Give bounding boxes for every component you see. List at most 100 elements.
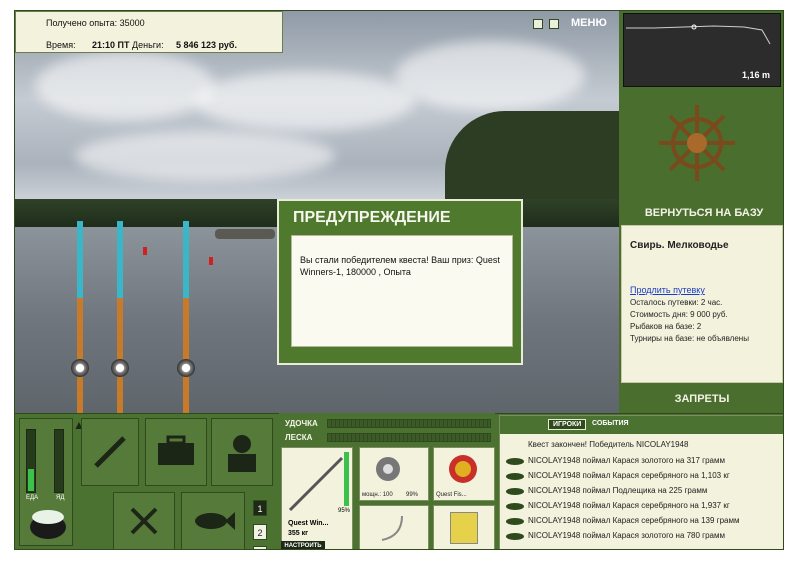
fishers-count: Рыбаков на базе: 2 [630,322,702,331]
buoy [143,247,147,255]
line-tension-bar [327,433,491,442]
lure-name: Quest Fis... [436,492,467,498]
fishing-rod-1[interactable] [77,221,83,413]
ship-wheel-icon[interactable] [655,101,739,185]
food-gauge-fill [28,469,34,491]
time-label: Время: [46,40,76,50]
fishing-rod-3[interactable] [183,221,189,413]
tab-events[interactable]: СОБЫТИЯ [588,419,633,428]
bait-slot[interactable] [433,505,495,549]
fish-icon [506,503,524,510]
rod-slot[interactable]: 95% Quest Win... 355 кг [281,447,353,549]
hook-icon [381,515,403,541]
fork-knife-icon [130,507,158,535]
page-button-1[interactable]: 1 [253,500,267,516]
cauldron-icon[interactable] [26,505,70,543]
location-panel: Свирь. Мелководье Продлить путевку Остал… [621,225,783,383]
lure-icon [449,455,477,483]
event-quest-finished: Квест закончен! Победитель NICOLAY1948 [528,440,689,449]
rod-bag-button[interactable] [81,418,139,486]
fish-icon [506,458,524,465]
cloud [75,131,335,181]
food-button[interactable] [113,492,175,549]
pause-button[interactable] [533,19,543,29]
fisherman-button[interactable] [211,418,273,486]
hook-slot[interactable] [359,505,429,549]
status-tile: ЕДА ЯД [19,418,73,546]
fish-icon [506,518,524,525]
depth-meter: 1,16 m [623,13,781,87]
cloud [35,51,215,121]
rod-name: Quest Win... [288,520,329,527]
event-row: NICOLAY1948 поймал Подлещика на 225 грам… [500,484,783,499]
dialog-title: ПРЕДУПРЕЖДЕНИЕ [293,209,451,226]
fish-icon [195,512,235,530]
tab-players[interactable]: ИГРОКИ [548,419,587,430]
dialog-message: Вы стали победителем квеста! Ваш приз: Q… [291,235,513,347]
restrictions-button[interactable]: ЗАПРЕТЫ [621,393,783,405]
rod-condition-bar [344,452,349,506]
event-text: NICOLAY1948 поймал Карася серебряного на… [528,471,730,480]
player-info-panel: Получено опыта: 35000 Время: 21:10 ПТ Де… [15,11,283,53]
setup-button[interactable]: НАСТРОИТЬ [281,541,325,549]
rod-percent: 95% [338,508,351,514]
reel-icon [177,359,195,377]
fish-icon [506,488,524,495]
cloud [395,41,585,111]
fish-icon [506,473,524,480]
island [215,229,275,239]
poison-label: ЯД [56,495,65,501]
back-to-base-button[interactable]: ВЕРНУТЬСЯ НА БАЗУ [623,207,783,219]
rod-tension-bar [327,419,491,428]
event-text: NICOLAY1948 поймал Карася серебряного на… [528,501,730,510]
fishing-rod-2[interactable] [117,221,123,413]
event-row: NICOLAY1948 поймал Карася серебряного на… [500,514,783,529]
event-text: NICOLAY1948 поймал Карася золотого на 31… [528,456,725,465]
reel-percent: 99% [406,492,419,498]
money-value: 5 846 123 руб. [176,40,237,50]
event-row: NICOLAY1948 поймал Карася золотого на 31… [500,454,783,469]
page-button-2[interactable]: 2 [253,524,267,540]
rod-icon [94,436,126,468]
event-text: NICOLAY1948 поймал Карася золотого на 78… [528,531,725,540]
experience-text: Получено опыта: 35000 [46,18,145,28]
money-label: Деньги: [132,40,164,50]
rod-weight: 355 кг [288,530,309,537]
cloud [195,71,415,131]
extend-permit-link[interactable]: Продлить путевку [630,285,774,295]
settings-button[interactable] [549,19,559,29]
reel-power: мощн.: 100 [362,492,393,498]
tackle-box-button[interactable] [145,418,207,486]
page-button-3[interactable]: 3 [253,546,267,549]
depth-value: 1,16 m [741,70,770,80]
event-text: NICOLAY1948 поймал Карася серебряного на… [528,516,740,525]
rod-icon [288,456,344,512]
reel-slot[interactable]: мощн.: 100 99% [359,447,429,501]
reel-icon [111,359,129,377]
fish-icon [506,533,524,540]
buoy [209,257,213,265]
game-window: Получено опыта: 35000 Время: 21:10 ПТ Де… [14,10,784,550]
food-label: ЕДА [26,495,39,501]
rod-label: УДОЧКА [285,419,318,428]
permit-remaining: Осталось путевки: 2 час. [630,298,723,307]
events-tabs: ИГРОКИ СОБЫТИЯ [500,416,783,434]
event-text: NICOLAY1948 поймал Подлещика на 225 грам… [528,486,708,495]
tournaments-info: Турниры на базе: не объявлены [630,334,749,343]
fish-keepnet-button[interactable] [181,492,245,549]
bait-pack-icon [450,512,478,544]
menu-button[interactable]: МЕНЮ [571,17,607,29]
poison-gauge [54,429,64,493]
day-cost: Стоимость дня: 9 000 руб. [630,310,728,319]
food-gauge [26,429,36,493]
location-title: Свирь. Мелководье [630,240,729,251]
reel-icon [71,359,89,377]
warning-dialog: ПРЕДУПРЕЖДЕНИЕ Вы стали победителем квес… [277,199,523,365]
line-label: ЛЕСКА [285,433,313,442]
lure-slot[interactable]: Quest Fis... [433,447,495,501]
fisherman-icon [228,435,256,472]
time-value: 21:10 ПТ [92,40,130,50]
tackle-box-icon [158,435,194,465]
events-panel: ИГРОКИ СОБЫТИЯ Квест закончен! Победител… [499,415,783,549]
event-row: NICOLAY1948 поймал Карася золотого на 78… [500,529,783,544]
